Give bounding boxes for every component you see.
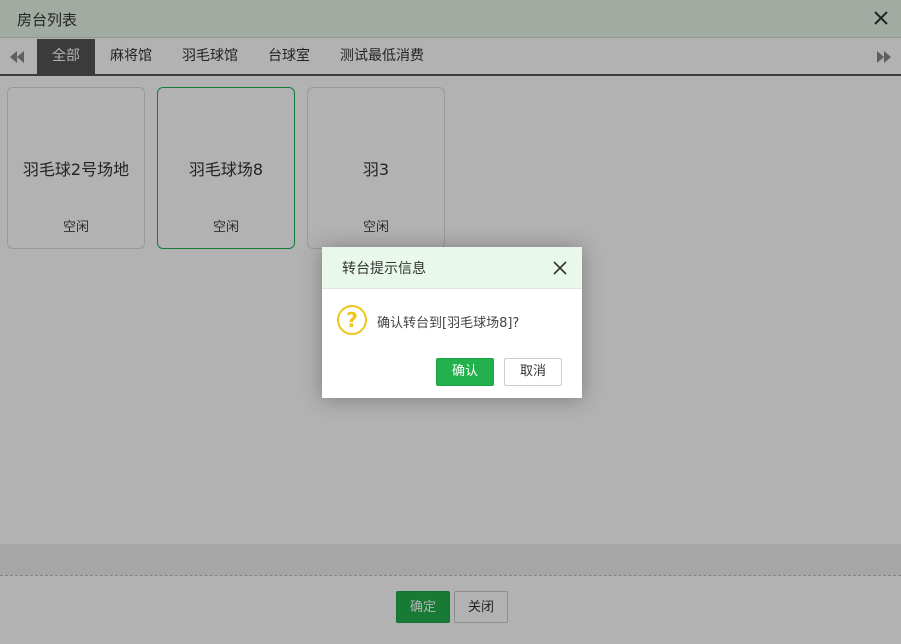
dialog-header: 转台提示信息 — [322, 247, 582, 289]
confirm-dialog: 转台提示信息 ? 确认转台到[羽毛球场8]? 确认 取消 — [322, 247, 582, 398]
dialog-message: 确认转台到[羽毛球场8]? — [377, 316, 520, 331]
dialog-confirm-button[interactable]: 确认 — [436, 358, 494, 386]
question-icon: ? — [337, 305, 367, 335]
dialog-title: 转台提示信息 — [342, 261, 426, 277]
dialog-cancel-button[interactable]: 取消 — [504, 358, 562, 386]
close-icon[interactable] — [552, 260, 568, 276]
